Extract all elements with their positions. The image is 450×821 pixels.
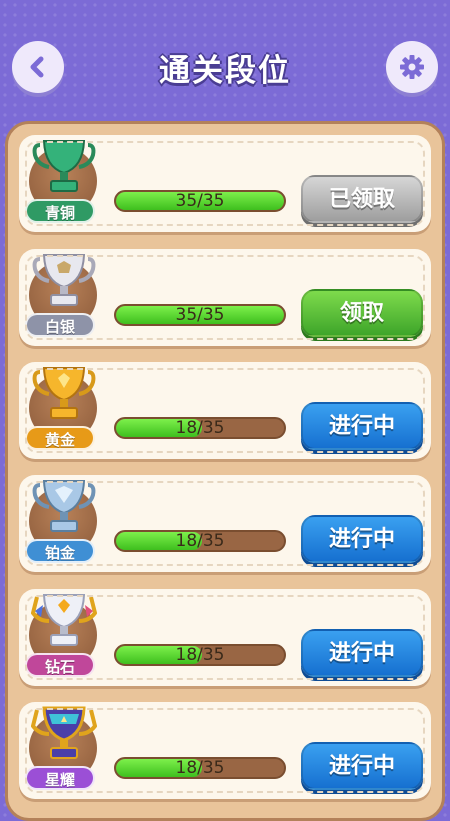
progress-text: 18/35 bbox=[175, 758, 225, 778]
progress-bar: 18/35 bbox=[114, 530, 286, 552]
rank-card-gold: 黄金 18/35 进行中 bbox=[19, 362, 431, 459]
page-title: 通关段位 bbox=[159, 53, 291, 89]
rank-card-diamond: 钻石 18/35 进行中 bbox=[19, 589, 431, 686]
progress-bar: 18/35 bbox=[114, 757, 286, 779]
progress-text: 18/35 bbox=[175, 418, 225, 438]
gold-trophy-icon bbox=[32, 367, 96, 419]
rank-name: 白银 bbox=[25, 313, 95, 337]
platinum-trophy-icon bbox=[32, 480, 96, 532]
rank-card-bronze: 青铜 35/35 已领取 bbox=[19, 135, 431, 232]
claim-button[interactable]: 领取 bbox=[301, 289, 423, 337]
progress-text: 35/35 bbox=[175, 191, 225, 211]
in-progress-button[interactable]: 进行中 bbox=[301, 515, 423, 563]
progress-text: 18/35 bbox=[175, 531, 225, 551]
rank-card-platinum: 铂金 18/35 进行中 bbox=[19, 475, 431, 572]
progress-bar: 35/35 bbox=[114, 190, 286, 212]
rank-name: 青铜 bbox=[25, 199, 95, 223]
in-progress-button[interactable]: 进行中 bbox=[301, 742, 423, 790]
rank-card-star: 星耀 18/35 进行中 bbox=[19, 702, 431, 799]
progress-text: 18/35 bbox=[175, 645, 225, 665]
diamond-trophy-icon bbox=[31, 594, 97, 646]
progress-bar: 18/35 bbox=[114, 417, 286, 439]
in-progress-button[interactable]: 进行中 bbox=[301, 402, 423, 450]
rank-name: 铂金 bbox=[25, 539, 95, 563]
claimed-button[interactable]: 已领取 bbox=[301, 175, 423, 223]
progress-bar: 35/35 bbox=[114, 304, 286, 326]
in-progress-button[interactable]: 进行中 bbox=[301, 629, 423, 677]
progress-bar: 18/35 bbox=[114, 644, 286, 666]
gear-icon bbox=[400, 55, 424, 79]
progress-text: 35/35 bbox=[175, 305, 225, 325]
star-trophy-icon bbox=[31, 706, 97, 759]
settings-button[interactable] bbox=[386, 41, 438, 93]
rank-name: 星耀 bbox=[25, 766, 95, 790]
rank-name: 黄金 bbox=[25, 426, 95, 450]
rank-card-silver: 白银 35/35 领取 bbox=[19, 249, 431, 346]
bronze-trophy-icon bbox=[32, 140, 96, 192]
rank-name: 钻石 bbox=[25, 653, 95, 677]
silver-trophy-icon bbox=[32, 254, 96, 306]
